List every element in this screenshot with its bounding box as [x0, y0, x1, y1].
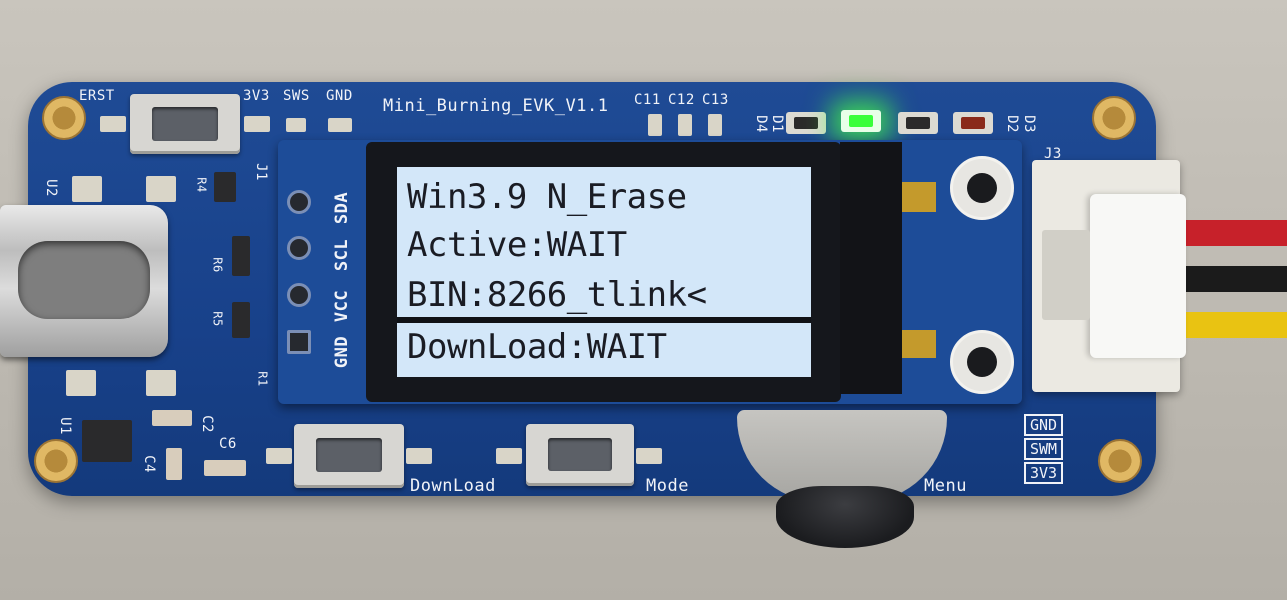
label-d2: D2 [1003, 115, 1020, 133]
ffc-pad-bottom [902, 330, 936, 358]
label-erst: ERST [79, 88, 115, 104]
oled-line-2: Active:WAIT [407, 225, 627, 265]
oled-line-1: Win3.9 N_Erase [407, 177, 687, 217]
label-sws: SWS [283, 88, 310, 104]
led-d1-active [841, 110, 881, 132]
reset-pad-left [100, 116, 126, 132]
reset-pad-right [244, 116, 270, 132]
oled-flex-cable [840, 142, 902, 394]
mode-button-cap[interactable] [548, 438, 612, 471]
swd-pad-1 [286, 118, 306, 132]
mode-button[interactable] [526, 424, 634, 486]
header-label-scl: SCL [332, 238, 353, 272]
header-label-gnd: GND [332, 335, 353, 369]
side-label-gnd: GND [1024, 414, 1064, 436]
mode-pad-left [496, 448, 522, 464]
mount-hole-bottom-left [34, 439, 78, 483]
label-r5: R5 [210, 311, 225, 327]
connector-slot [1042, 230, 1090, 320]
oled-selection-bar [397, 317, 811, 323]
led-d1-die [849, 115, 873, 127]
reset-button-cap[interactable] [152, 107, 218, 141]
label-c6: C6 [219, 436, 237, 452]
header-pin-3 [287, 283, 311, 307]
rotary-encoder-knob[interactable] [776, 486, 914, 548]
download-label: DownLoad [410, 476, 496, 496]
board-title: Mini_Burning_EVK_V1.1 [383, 96, 609, 116]
label-c12: C12 [668, 92, 695, 108]
label-c4: C4 [140, 455, 157, 473]
cap-c6 [204, 460, 246, 476]
resistor-r5 [232, 302, 250, 338]
usb-tab-3 [66, 370, 96, 396]
resistor-r4 [214, 172, 236, 202]
label-3v3: 3V3 [243, 88, 270, 104]
cap-c11 [648, 114, 662, 136]
cap-c4 [166, 448, 182, 480]
label-c2: C2 [198, 415, 215, 433]
label-u2: U2 [42, 179, 59, 197]
header-label-vcc: VCC [332, 289, 353, 323]
mode-label: Mode [646, 476, 689, 496]
led-d3-die [961, 117, 985, 129]
side-label-swm: SWM [1024, 438, 1064, 460]
ic-u1 [82, 420, 132, 462]
download-pad-left [266, 448, 292, 464]
usb-tab-1 [72, 176, 102, 202]
led-d3 [953, 112, 993, 134]
usb-tab-4 [146, 370, 176, 396]
header-pin-1 [287, 190, 311, 214]
label-j1: J1 [252, 163, 269, 181]
usb-c-connector[interactable] [0, 205, 168, 357]
oled-mount-hole-bottom [950, 330, 1014, 394]
ffc-pad-top [902, 182, 936, 212]
label-d4: D4 [752, 115, 769, 133]
header-pin-2 [287, 236, 311, 260]
label-u1: U1 [56, 417, 73, 435]
cap-c12 [678, 114, 692, 136]
label-r4: R4 [194, 177, 209, 193]
led-d4-die [794, 117, 818, 129]
label-gnd-top: GND [326, 88, 353, 104]
mount-hole-top-right [1092, 96, 1136, 140]
label-r1: R1 [255, 371, 270, 387]
oled-line-4: DownLoad:WAIT [407, 327, 667, 367]
header-label-sda: SDA [332, 191, 353, 225]
oled-line-3-selected: BIN:8266_tlink< [407, 275, 707, 315]
cap-c2 [152, 410, 192, 426]
usb-c-port[interactable] [18, 241, 150, 319]
download-pad-right [406, 448, 432, 464]
mount-hole-bottom-right [1098, 439, 1142, 483]
led-d2-die [906, 117, 930, 129]
oled-mount-hole-top [950, 156, 1014, 220]
label-d1: D1 [768, 115, 785, 133]
led-d2 [898, 112, 938, 134]
header-pin-4 [287, 330, 311, 354]
download-button-cap[interactable] [316, 438, 382, 472]
download-button[interactable] [294, 424, 404, 488]
label-c11: C11 [634, 92, 661, 108]
mode-pad-right [636, 448, 662, 464]
swd-pad-2 [328, 118, 352, 132]
side-label-3v3: 3V3 [1024, 462, 1064, 484]
menu-label: Menu [924, 476, 967, 496]
label-d3: D3 [1020, 115, 1037, 133]
reset-button[interactable] [130, 94, 240, 154]
cap-c13 [708, 114, 722, 136]
wire-connector-j3[interactable] [1032, 160, 1186, 392]
connector-latch [1090, 194, 1186, 358]
usb-tab-2 [146, 176, 176, 202]
oled-screen: Win3.9 N_Erase Active:WAIT BIN:8266_tlin… [397, 167, 811, 377]
led-d4 [786, 112, 826, 134]
label-r6: R6 [210, 257, 225, 273]
label-c13: C13 [702, 92, 729, 108]
resistor-r6 [232, 236, 250, 276]
